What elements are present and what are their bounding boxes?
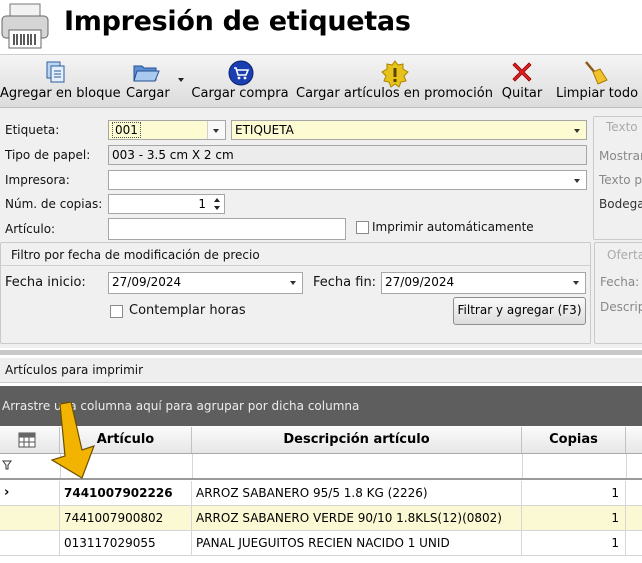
chevron-down-icon[interactable] [569,121,586,139]
window-header: Impresión de etiquetas [0,0,642,52]
contemplar-horas-checkbox[interactable] [110,305,123,318]
copias-stepper[interactable]: 1 [108,194,225,214]
grid-section-title: Artículos para imprimir [5,363,144,377]
annotation-arrow-icon [50,402,96,479]
filter-group-title: Filtro por fecha de modificación de prec… [11,248,260,262]
articulo-input[interactable] [108,218,346,240]
texto-p-label: Texto p [599,173,642,187]
mostrar-label: Mostrar [599,149,642,163]
cell-articulo[interactable]: 7441007900802 [60,506,192,530]
auto-print-label: Imprimir automáticamente [372,220,534,234]
toolbar: Agregar en bloque Cargar Cargar compra C… [0,54,642,108]
table-row[interactable]: 013117029055 PANAL JUEGUITOS RECIEN NACID… [0,531,642,556]
cell-copias[interactable]: 1 [522,531,626,555]
cell-articulo[interactable]: 013117029055 [60,531,192,555]
impresora-label: Impresora: [5,173,70,187]
chevron-down-icon[interactable] [569,171,586,189]
fecha-inicio-label: Fecha inicio: [5,275,86,290]
filter-groupbox: Filtro por fecha de modificación de prec… [0,242,591,344]
agregar-en-bloque-label: Agregar en bloque [0,86,121,101]
tipo-papel-label: Tipo de papel: [5,148,91,162]
exclamation-badge-icon [381,60,409,88]
etiqueta-name-select[interactable]: ETIQUETA [231,120,587,140]
oferta-groupbox: Oferta Fecha: Descrip [594,242,642,344]
copias-value: 1 [198,197,206,211]
page-title: Impresión de etiquetas [64,6,411,37]
cell-copias[interactable]: 1 [522,481,626,505]
cell-copias[interactable]: 1 [522,506,626,530]
chevron-down-icon[interactable] [568,273,585,291]
chevron-down-icon[interactable] [285,273,302,291]
fecha-fin-select[interactable]: 27/09/2024 [381,272,586,294]
etiqueta-label: Etiqueta: [5,123,60,137]
etiqueta-name-value: ETIQUETA [235,123,294,137]
oferta-descrip-label: Descrip [600,300,642,314]
grid-section-header: Artículos para imprimir [0,358,642,383]
cargar-label: Cargar [126,86,170,101]
printer-icon [1,3,49,49]
current-row-indicator-icon: › [4,485,10,500]
row-indicator [0,506,60,530]
chevron-down-icon[interactable] [177,77,185,83]
table-row[interactable]: › 7441007902226 ARROZ SABANERO 95/5 1.8 KG… [0,481,642,506]
articulo-label: Artículo: [5,222,56,236]
filter-divider [626,454,627,478]
table-row[interactable]: 7441007900802 ARROZ SABANERO VERDE 90/10 … [0,506,642,531]
limpiar-todo-button[interactable]: Limpiar todo [552,55,642,107]
cargar-articulos-en-promocion-button[interactable]: Cargar artículos en promoción [296,55,493,107]
cargar-articulos-en-promocion-label: Cargar artículos en promoción [296,86,493,101]
quitar-button[interactable]: Quitar [498,55,546,107]
quitar-label: Quitar [501,86,543,101]
fecha-inicio-select[interactable]: 27/09/2024 [108,272,303,294]
fecha-fin-value: 27/09/2024 [385,275,455,289]
column-chooser-icon [18,432,36,448]
spin-arrows-icon[interactable] [213,196,221,212]
filtrar-y-agregar-button[interactable]: Filtrar y agregar (F3) [453,297,586,325]
texto-group-title: Texto [606,120,638,134]
row-indicator [0,531,60,555]
tipo-papel-field: 003 - 3.5 cm X 2 cm [108,145,587,165]
column-header-descripcion[interactable]: Descripción artículo [192,427,522,453]
bodega-label: Bodega [599,197,642,211]
oferta-group-title: Oferta [607,248,642,262]
cell-descripcion[interactable]: PANAL JUEGUITOS RECIEN NACIDO 1 UNID [192,531,522,555]
fecha-inicio-value: 27/09/2024 [112,275,182,289]
etiqueta-code-select[interactable]: 001 [108,120,226,140]
etiqueta-code-value: 001 [112,122,141,138]
splitter[interactable] [0,350,642,355]
column-header-copias[interactable]: Copias [522,427,626,453]
form-panel: Etiqueta: 001 ETIQUETA Tipo de papel: 00… [0,108,642,348]
contemplar-horas-label: Contemplar horas [129,303,246,318]
cell-articulo[interactable]: 7441007902226 [60,481,192,505]
cell-descripcion[interactable]: ARROZ SABANERO VERDE 90/10 1.8KLS(12)(08… [192,506,522,530]
cargar-button[interactable]: Cargar [122,55,186,107]
broom-icon [585,61,608,85]
cargar-compra-label: Cargar compra [191,86,289,101]
filter-cell-copias[interactable] [523,454,626,478]
folder-open-icon [133,65,160,82]
row-indicator: › [0,481,60,505]
documents-icon [46,61,65,83]
copias-label: Núm. de copias: [5,197,103,211]
oferta-fecha-label: Fecha: [600,275,640,289]
impresora-select[interactable] [108,170,587,190]
filter-cell-descripcion[interactable] [193,454,522,478]
cell-descripcion[interactable]: ARROZ SABANERO 95/5 1.8 KG (2226) [192,481,522,505]
red-x-icon [512,62,532,82]
fecha-fin-label: Fecha fin: [313,275,377,290]
limpiar-todo-label: Limpiar todo [555,86,639,101]
cargar-compra-button[interactable]: Cargar compra [190,55,290,107]
auto-print-checkbox[interactable] [356,221,369,234]
cart-icon [228,60,254,86]
agregar-en-bloque-button[interactable]: Agregar en bloque [0,55,121,107]
filter-icon [2,460,12,470]
chevron-down-icon[interactable] [207,121,225,139]
